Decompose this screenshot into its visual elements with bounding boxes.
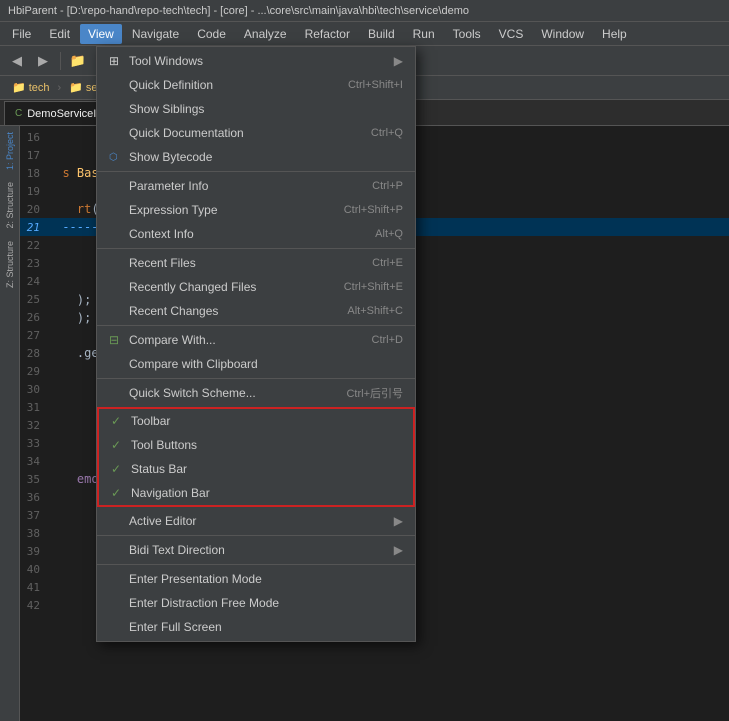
menu-tool-buttons[interactable]: ✓ Tool Buttons (99, 433, 413, 457)
menu-section-2: Parameter Info Ctrl+P Expression Type Ct… (97, 171, 415, 248)
menu-expr-type[interactable]: Expression Type Ctrl+Shift+P (97, 198, 415, 222)
menu-compare-with[interactable]: ⊟ Compare With... Ctrl+D (97, 328, 415, 352)
menu-quick-definition[interactable]: Quick Definition Ctrl+Shift+I (97, 73, 415, 97)
menu-active-editor[interactable]: Active Editor ▶ (97, 509, 415, 533)
toolbar-check: ✓ (111, 414, 127, 428)
menu-recently-changed[interactable]: Recently Changed Files Ctrl+Shift+E (97, 275, 415, 299)
menu-context-info[interactable]: Context Info Alt+Q (97, 222, 415, 246)
dropdown-overlay: ⊞ Tool Windows ▶ Quick Definition Ctrl+S… (0, 0, 729, 721)
tool-windows-icon: ⊞ (109, 54, 125, 68)
menu-section-7: Active Editor ▶ (97, 507, 415, 535)
menu-quick-switch[interactable]: Quick Switch Scheme... Ctrl+后引号 (97, 381, 415, 405)
status-bar-check: ✓ (111, 462, 127, 476)
menu-section-9: Enter Presentation Mode Enter Distractio… (97, 564, 415, 641)
bytecode-icon: ⬡ (109, 152, 125, 163)
menu-toolbar[interactable]: ✓ Toolbar (99, 409, 413, 433)
menu-full-screen[interactable]: Enter Full Screen (97, 615, 415, 639)
menu-quick-doc[interactable]: Quick Documentation Ctrl+Q (97, 121, 415, 145)
active-editor-arrow: ▶ (394, 514, 403, 528)
menu-show-siblings[interactable]: Show Siblings (97, 97, 415, 121)
menu-recent-files[interactable]: Recent Files Ctrl+E (97, 251, 415, 275)
bidi-arrow: ▶ (394, 543, 403, 557)
tool-buttons-check: ✓ (111, 438, 127, 452)
menu-recent-changes[interactable]: Recent Changes Alt+Shift+C (97, 299, 415, 323)
menu-param-info[interactable]: Parameter Info Ctrl+P (97, 174, 415, 198)
menu-section-5: Quick Switch Scheme... Ctrl+后引号 (97, 378, 415, 407)
menu-status-bar[interactable]: ✓ Status Bar (99, 457, 413, 481)
menu-presentation-mode[interactable]: Enter Presentation Mode (97, 567, 415, 591)
menu-section-3: Recent Files Ctrl+E Recently Changed Fil… (97, 248, 415, 325)
compare-icon: ⊟ (109, 333, 125, 347)
arrow-icon: ▶ (394, 54, 403, 68)
menu-compare-clipboard[interactable]: Compare with Clipboard (97, 352, 415, 376)
checked-section: ✓ Toolbar ✓ Tool Buttons ✓ Status Bar ✓ … (97, 407, 415, 507)
menu-tool-windows[interactable]: ⊞ Tool Windows ▶ (97, 49, 415, 73)
nav-bar-check: ✓ (111, 486, 127, 500)
view-dropdown-menu: ⊞ Tool Windows ▶ Quick Definition Ctrl+S… (96, 46, 416, 642)
menu-distraction-free[interactable]: Enter Distraction Free Mode (97, 591, 415, 615)
menu-show-bytecode[interactable]: ⬡ Show Bytecode (97, 145, 415, 169)
menu-navigation-bar[interactable]: ✓ Navigation Bar (99, 481, 413, 505)
menu-section-8: Bidi Text Direction ▶ (97, 535, 415, 564)
menu-section-4: ⊟ Compare With... Ctrl+D Compare with Cl… (97, 325, 415, 378)
menu-section-1: ⊞ Tool Windows ▶ Quick Definition Ctrl+S… (97, 47, 415, 171)
menu-bidi[interactable]: Bidi Text Direction ▶ (97, 538, 415, 562)
